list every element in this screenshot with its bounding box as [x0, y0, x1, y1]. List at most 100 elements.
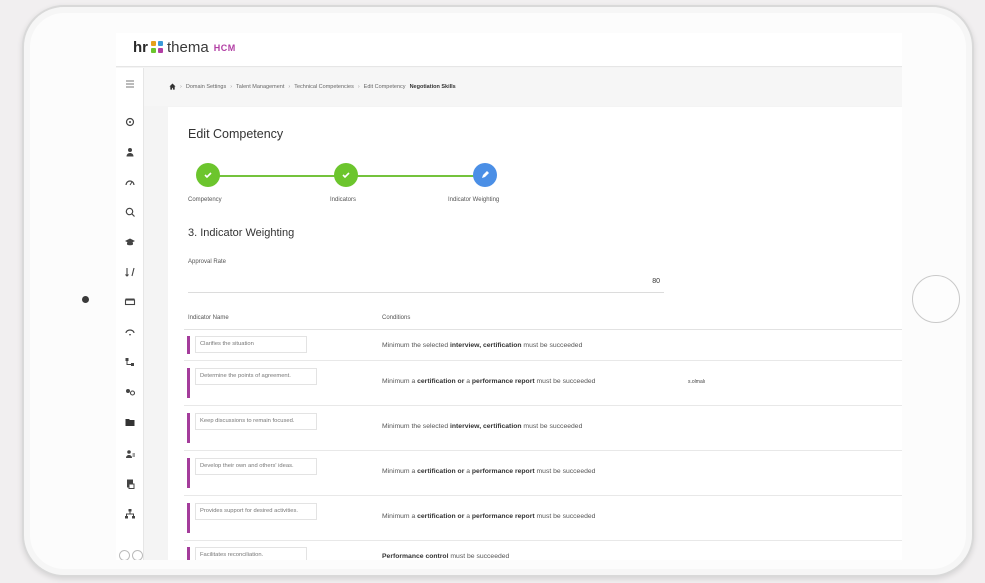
condition-cond-bold2: performance report: [471, 378, 535, 385]
feedback-icon[interactable]: [124, 326, 136, 338]
condition-cond-pre: Minimum a: [382, 378, 418, 385]
sidebar: [116, 68, 144, 560]
breadcrumb: › Domain Settings › Talent Management › …: [169, 83, 456, 90]
stepper-line-2: [354, 175, 488, 177]
condition-cond-bold2: performance report: [471, 513, 535, 520]
breadcrumb-item-domain-settings[interactable]: Domain Settings: [186, 84, 226, 90]
table-row[interactable]: Facilitates reconciliation. Performance c…: [184, 542, 902, 560]
condition-cond-bold: certification or: [417, 378, 465, 385]
table-row[interactable]: Develop their own and others' ideas. Mini…: [184, 452, 902, 496]
row-accent-bar: [187, 458, 190, 488]
folder-icon[interactable]: [124, 416, 136, 428]
camera: [82, 296, 89, 303]
condition-cond-post: must be succeeded: [534, 468, 596, 475]
indicator-condition: Minimum the selected interview, certific…: [382, 342, 582, 349]
condition-cond-pre: Minimum the selected: [382, 342, 450, 349]
condition-cond-mid: a: [464, 468, 472, 475]
row-accent-bar: [187, 368, 190, 398]
speedometer-icon[interactable]: [124, 176, 136, 188]
step-competency[interactable]: [196, 163, 220, 187]
user-group-icon[interactable]: [124, 448, 136, 460]
breadcrumb-current: Negotiation Skills: [409, 83, 456, 90]
breadcrumb-item-edit-competency[interactable]: Edit Competency: [364, 84, 406, 90]
dashboard-icon[interactable]: [124, 116, 136, 128]
condition-cond-bold: interview, certification: [450, 342, 522, 349]
money-icon[interactable]: [124, 296, 136, 308]
settings-icon[interactable]: [132, 550, 143, 560]
hierarchy-icon[interactable]: [124, 508, 136, 520]
app-screen: hr thema HCM › Domain Settings › Talent …: [116, 33, 902, 560]
condition-cond-bold: certification or: [417, 468, 465, 475]
condition-cond-pre: Minimum the selected: [382, 423, 450, 430]
breadcrumb-item-technical-competencies[interactable]: Technical Competencies: [294, 84, 354, 90]
condition-cond-mid: a: [464, 378, 472, 385]
row-accent-bar: [187, 503, 190, 533]
indicator-condition: Performance control must be succeeded: [382, 553, 509, 560]
logo-mark-icon: [151, 41, 164, 54]
settings-people-icon[interactable]: [124, 386, 136, 398]
table-row[interactable]: Keep discussions to remain focused. Minim…: [184, 407, 902, 451]
step-label-indicator-weighting: Indicator Weighting: [448, 197, 500, 203]
indicator-condition: Minimum a certification or a performance…: [382, 468, 595, 475]
search-people-icon[interactable]: [124, 206, 136, 218]
top-bar: hr thema HCM: [116, 33, 902, 67]
condition-cond-pre: Minimum a: [382, 513, 418, 520]
indicator-condition: Minimum a certification or a performance…: [382, 513, 595, 520]
logo-hcm-text: HCM: [213, 42, 236, 53]
approval-rate-label: Approval Rate: [188, 259, 227, 265]
step-label-indicators: Indicators: [330, 197, 357, 203]
edit-icon[interactable]: [119, 550, 130, 560]
indicator-condition: Minimum a certification or a performance…: [382, 378, 595, 385]
breadcrumb-item-talent-management[interactable]: Talent Management: [236, 84, 284, 90]
condition-cond-post: must be succeeded: [534, 513, 596, 520]
condition-cond-post: must be succeeded: [521, 342, 583, 349]
condition-cond-post: must be succeeded: [448, 553, 510, 560]
person-icon[interactable]: [124, 146, 136, 158]
row-accent-bar: [187, 413, 190, 443]
page-title: Edit Competency: [188, 127, 284, 141]
step-indicators[interactable]: [334, 163, 358, 187]
org-chart-icon[interactable]: [124, 356, 136, 368]
sidebar-footer: [119, 550, 143, 560]
education-icon[interactable]: [124, 236, 136, 248]
condition-cond-post: must be succeeded: [521, 423, 583, 430]
check-icon: [342, 172, 350, 179]
logo-thema-text: thema: [167, 39, 209, 56]
logo-hr-text: hr: [133, 39, 148, 56]
step-label-competency: Competency: [188, 197, 222, 203]
tablet-frame: hr thema HCM › Domain Settings › Talent …: [22, 5, 974, 577]
home-icon[interactable]: [169, 83, 176, 90]
menu-icon[interactable]: [124, 78, 136, 90]
indicator-name: Facilitates reconciliation.: [195, 547, 307, 560]
condition-cond-post: must be succeeded: [534, 378, 596, 385]
indicator-name: Develop their own and others' ideas.: [195, 458, 317, 475]
column-header-conditions: Conditions: [382, 315, 411, 321]
indicator-name: Provides support for desired activities.: [195, 503, 317, 520]
row-accent-bar: [187, 547, 190, 560]
table-header-divider: [184, 329, 902, 330]
row-accent-bar: [187, 336, 190, 354]
table-row[interactable]: Clarifies the situation Minimum the selec…: [184, 331, 902, 361]
column-header-indicator-name: Indicator Name: [188, 315, 229, 321]
brand-logo[interactable]: hr thema HCM: [133, 39, 236, 56]
table-row[interactable]: Provides support for desired activities.…: [184, 497, 902, 541]
document-icon[interactable]: [124, 478, 136, 490]
edit-competency-card: Edit Competency Competency Indicators In…: [168, 107, 902, 560]
home-button[interactable]: [912, 275, 960, 323]
condition-cond-mid: a: [464, 513, 472, 520]
breadcrumb-bar: › Domain Settings › Talent Management › …: [144, 68, 902, 106]
approval-rate-value: 80: [652, 278, 660, 285]
condition-cond-bold: interview, certification: [450, 423, 522, 430]
approval-rate-input[interactable]: 80: [188, 273, 664, 293]
condition-cond-bold: certification or: [417, 513, 465, 520]
check-icon: [204, 172, 212, 179]
indicator-name: Clarifies the situation: [195, 336, 307, 353]
step-indicator-weighting[interactable]: [473, 163, 497, 187]
condition-cond-pre: Minimum a: [382, 468, 418, 475]
pencil-icon: [482, 171, 489, 178]
stepper-line-1: [210, 175, 350, 177]
sort-icon[interactable]: [124, 266, 136, 278]
condition-cond-bold2: performance report: [471, 468, 535, 475]
section-title: 3. Indicator Weighting: [188, 227, 295, 239]
table-row[interactable]: Determine the points of agreement. Minimu…: [184, 362, 902, 406]
